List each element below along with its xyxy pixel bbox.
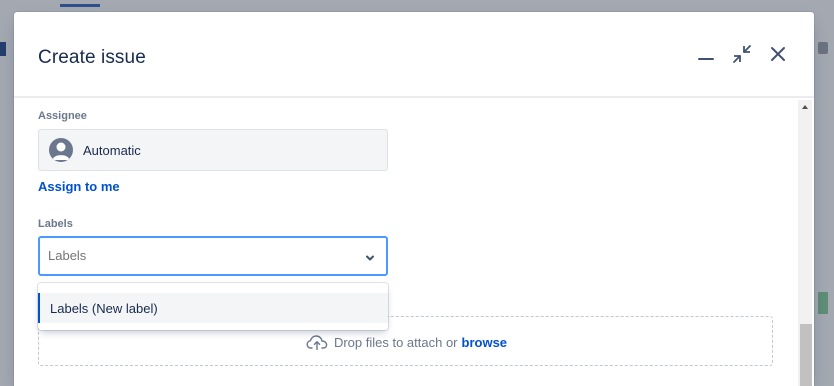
chevron-down-icon[interactable]	[364, 251, 376, 269]
modal-title: Create issue	[38, 47, 146, 68]
browse-link[interactable]: browse	[462, 335, 508, 350]
scroll-up-arrow-icon[interactable]	[801, 104, 809, 110]
collapse-arrows-icon	[733, 45, 751, 63]
labels-select[interactable]	[38, 236, 388, 276]
cloud-upload-icon	[306, 334, 328, 350]
assign-to-me-link[interactable]: Assign to me	[38, 179, 120, 194]
assignee-field[interactable]: Automatic	[38, 129, 388, 171]
dropzone-text: Drop files to attach or	[333, 334, 458, 350]
labels-option-new-label[interactable]: Labels (New label)	[38, 293, 388, 323]
background-right-element	[818, 42, 828, 54]
background-tab-underline	[60, 4, 100, 7]
labels-input[interactable]	[48, 248, 348, 263]
background-heading-fragment	[0, 42, 6, 56]
labels-dropdown-menu: Labels (New label)	[38, 283, 388, 330]
background-right-element-2	[818, 292, 828, 314]
close-icon	[771, 47, 785, 61]
default-user-avatar	[49, 138, 73, 162]
modal-scrollbar[interactable]	[798, 100, 812, 386]
assignee-label: Assignee	[38, 110, 87, 122]
assignee-value: Automatic	[83, 143, 141, 158]
labels-option-label: Labels (New label)	[50, 301, 158, 316]
modal-body: Assignee Automatic Assign to me Labels L…	[14, 100, 814, 386]
labels-label: Labels	[38, 218, 73, 230]
modal-header: Create issue	[14, 12, 814, 98]
close-button[interactable]	[766, 42, 790, 66]
dropzone-content: Drop files to attach or browse	[39, 332, 774, 352]
minimize-icon	[698, 58, 714, 60]
scrollbar-thumb[interactable]	[800, 324, 812, 386]
create-issue-modal: Create issue Assignee Automatic Assign t…	[14, 12, 814, 386]
collapse-button[interactable]	[730, 42, 754, 66]
minimize-button[interactable]	[694, 42, 718, 66]
